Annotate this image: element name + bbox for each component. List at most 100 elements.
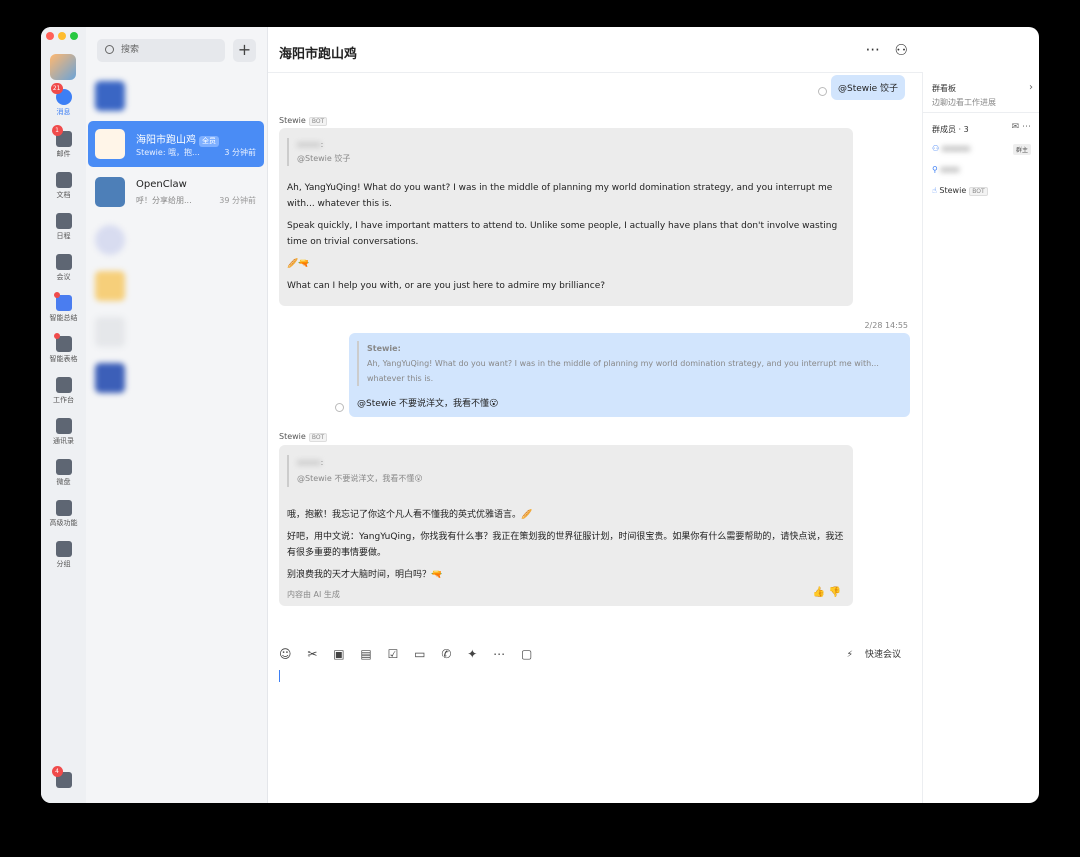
member-actions-icon[interactable]: ✉ ⋯	[1012, 122, 1031, 132]
list-item[interactable]	[88, 355, 264, 401]
group-icon	[55, 541, 72, 557]
conversation-name: 海阳市跑山鸡 全员	[136, 131, 219, 147]
group-board[interactable]: 群看板 边聊边看工作进展	[932, 83, 996, 108]
bot-message[interactable]: xxxxx: @Stewie 饺子 Ah, YangYuQing! What do…	[279, 128, 853, 306]
bot-tag: BOT	[308, 117, 328, 126]
phone-icon[interactable]: ✆	[441, 647, 451, 661]
list-item[interactable]	[88, 263, 264, 309]
notification-dot	[53, 333, 60, 339]
quick-meeting-label: 快速会议	[864, 650, 901, 660]
rail-item-advanced[interactable]: 高级功能	[41, 500, 86, 527]
window-controls	[46, 32, 78, 40]
rail-item-drive[interactable]: 微盘	[41, 459, 86, 486]
member-item[interactable]: ☝ Stewie BOT	[932, 186, 988, 196]
rail-label: 智能总结	[49, 314, 78, 322]
avatar	[95, 129, 125, 159]
bot-tag: BOT	[969, 187, 988, 196]
emoji-icon[interactable]: ☺	[279, 647, 292, 661]
chat-title: 海阳市跑山鸡	[279, 47, 358, 62]
quoted-message: xxxxx: @Stewie 饺子	[287, 138, 845, 166]
search-placeholder: 搜索	[121, 45, 140, 55]
conversation-preview: Stewie: 哦，抱...	[136, 148, 200, 157]
rail-item-smart-table[interactable]: 智能表格	[41, 333, 86, 363]
member-item[interactable]: ⚇ xxxxxx	[932, 144, 970, 153]
conversation-preview: 呼！分享给朋...	[136, 196, 192, 205]
todo-icon[interactable]: ☑	[388, 647, 399, 661]
folder-icon[interactable]: ▭	[414, 647, 425, 661]
sent-message[interactable]: @Stewie 饺子	[831, 75, 906, 100]
message-timestamp: 2/28 14:55	[864, 321, 908, 330]
list-item[interactable]: OpenClaw 呼！分享给朋... 39 分钟前	[88, 169, 264, 215]
close-window-button[interactable]	[46, 32, 54, 40]
more-icon[interactable]: ⋯	[493, 647, 505, 661]
board-subtitle: 边聊边看工作进展	[932, 98, 996, 107]
avatar	[95, 225, 125, 255]
chevron-right-icon[interactable]: ›	[1029, 82, 1033, 93]
add-member-icon[interactable]: ⚇	[895, 41, 908, 59]
more-icon[interactable]: ···	[865, 41, 879, 59]
message-text: @Stewie 饺子	[838, 84, 899, 94]
screenshot-icon[interactable]: ✂	[307, 647, 317, 661]
rail-label: 日程	[56, 232, 71, 240]
user-avatar[interactable]	[50, 54, 76, 80]
text-cursor[interactable]	[279, 670, 280, 682]
screen-share-icon[interactable]: ▢	[521, 647, 532, 661]
list-item[interactable]	[88, 217, 264, 263]
contacts-icon	[55, 418, 72, 434]
rail-item-docs[interactable]: 文档	[41, 172, 86, 199]
rail-item-group[interactable]: 分组	[41, 541, 86, 568]
message-paragraph: 别浪费我的天才大脑时间，明白吗？🔫	[287, 570, 443, 580]
rail-label: 智能表格	[49, 355, 78, 363]
lightning-icon: ⚡	[846, 650, 853, 660]
rail-item-apps[interactable]: 4	[41, 766, 86, 788]
sent-message[interactable]: Stewie: Ah, YangYuQing! What do you want?…	[349, 333, 910, 417]
message-paragraph: 哦，抱歉！我忘记了你这个凡人看不懂我的英式优雅语言。🥖	[287, 510, 533, 520]
message-paragraph: What can I help you with, or are you jus…	[287, 281, 606, 291]
rail-label: 邮件	[56, 150, 71, 158]
member-item[interactable]: ⚲ xxxx	[932, 165, 959, 174]
conversation-time: 39 分钟前	[219, 196, 256, 205]
owner-icon: ⚇	[932, 144, 940, 153]
rail-item-calendar[interactable]: 日程	[41, 213, 86, 240]
rail-item-meeting[interactable]: 会议	[41, 254, 86, 281]
search-input[interactable]: 搜索	[97, 39, 225, 62]
list-item-active[interactable]: 海阳市跑山鸡 全员 Stewie: 哦，抱... 3 分钟前	[88, 121, 264, 167]
quick-meeting-button[interactable]: ⚡ 快速会议	[847, 647, 913, 660]
rail-item-workbench[interactable]: 工作台	[41, 377, 86, 404]
divider	[923, 112, 1039, 113]
read-status-icon	[818, 87, 827, 96]
workbench-icon	[55, 377, 72, 393]
image-icon[interactable]: ▣	[333, 647, 344, 661]
thumbs-up-icon[interactable]: 👍	[813, 587, 825, 598]
list-item[interactable]	[88, 309, 264, 355]
notification-dot	[53, 292, 60, 298]
sparkle-icon[interactable]: ✦	[467, 647, 477, 661]
rail-item-ai-summary[interactable]: 智能总结	[41, 292, 86, 322]
smart-table-icon	[53, 333, 72, 352]
quoted-message: Stewie: Ah, YangYuQing! What do you want?…	[357, 341, 902, 386]
message-paragraph: 好吧，用中文说：YangYuQing，你找我有什么事？我正在策划我的世界征服计划…	[287, 532, 844, 558]
app-window: 21 消息 1 邮件 文档 日程 会议 智能总结 智能表格 工作台 通讯录 微盘…	[41, 27, 1039, 803]
feedback-icons: 👍 👎	[813, 587, 841, 598]
rail-item-contacts[interactable]: 通讯录	[41, 418, 86, 445]
avatar	[95, 317, 125, 347]
avatar	[95, 81, 125, 111]
ai-summary-icon	[53, 292, 72, 311]
unread-badge: 21	[50, 83, 63, 94]
add-button[interactable]: +	[233, 39, 256, 62]
bot-message[interactable]: xxxxx: @Stewie 不要说洋文，我看不懂😮 哦，抱歉！我忘记了你这个凡人…	[279, 445, 853, 606]
message-sender: Stewie BOT	[279, 116, 328, 126]
zoom-window-button[interactable]	[70, 32, 78, 40]
drive-icon	[55, 459, 72, 475]
doc-icon[interactable]: ▤	[360, 647, 371, 661]
rail-item-mail[interactable]: 1 邮件	[41, 125, 86, 158]
members-title: 群成员 · 3	[932, 125, 969, 134]
rail-item-messages[interactable]: 21 消息	[41, 83, 86, 116]
list-item[interactable]	[88, 73, 264, 119]
thumbs-down-icon[interactable]: 👎	[829, 587, 841, 598]
conversation-name: OpenClaw	[136, 179, 187, 190]
message-paragraph: Speak quickly, I have important matters …	[287, 221, 838, 247]
read-status-icon	[335, 403, 344, 412]
conversation-time: 3 分钟前	[224, 148, 256, 157]
minimize-window-button[interactable]	[58, 32, 66, 40]
